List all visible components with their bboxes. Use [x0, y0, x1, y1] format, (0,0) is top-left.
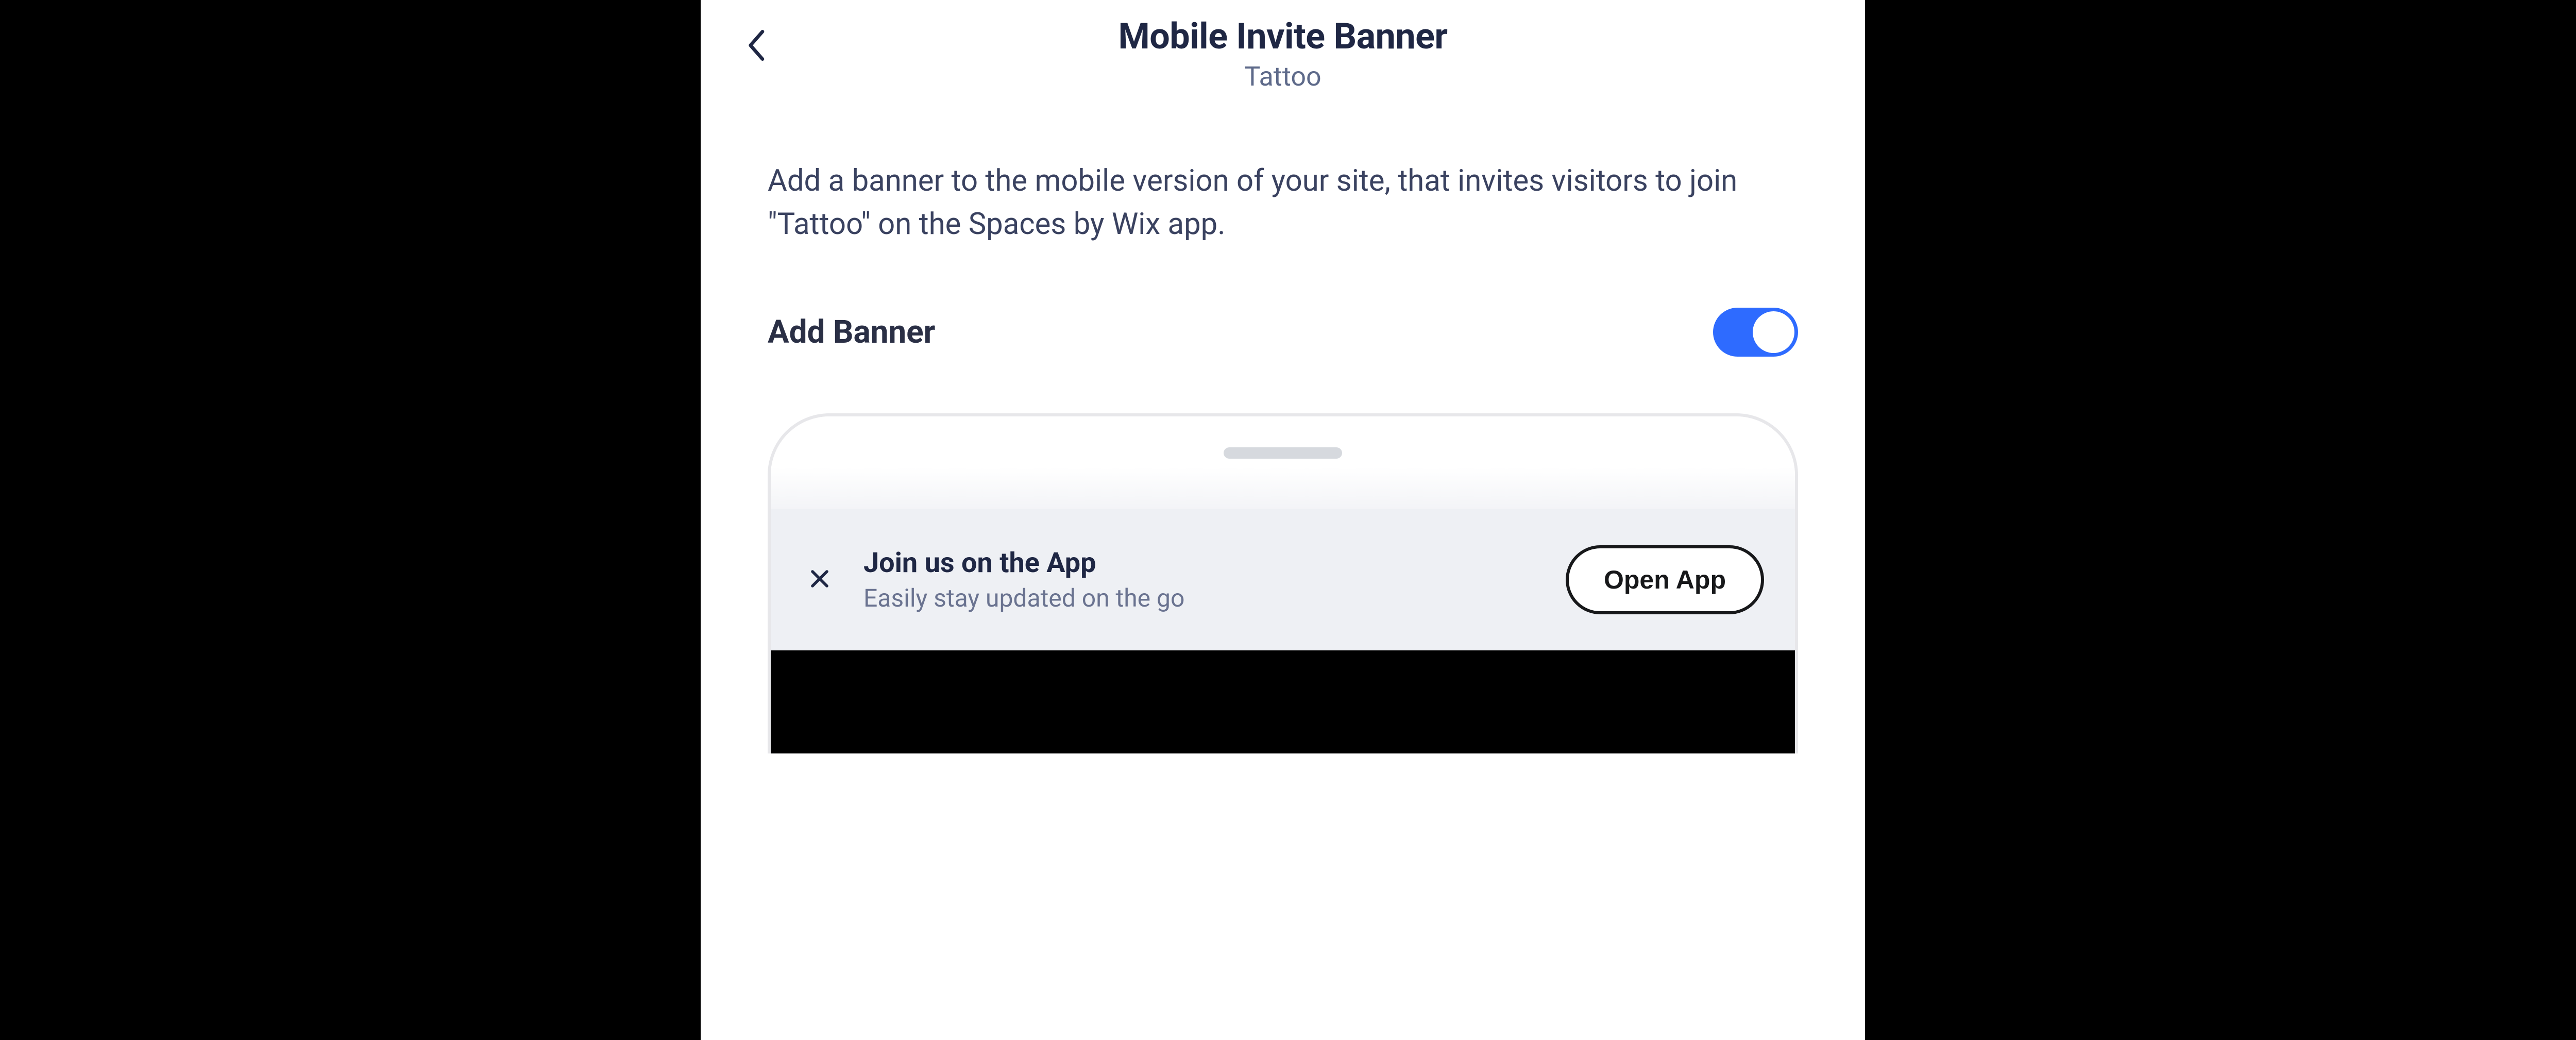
invite-banner: Join us on the App Easily stay updated o… [771, 509, 1795, 650]
add-banner-row: Add Banner [768, 308, 1798, 357]
description-text: Add a banner to the mobile version of yo… [768, 159, 1798, 246]
phone-statusbar [771, 416, 1795, 509]
toggle-knob [1753, 311, 1794, 353]
open-app-button[interactable]: Open App [1566, 545, 1764, 614]
settings-panel: Mobile Invite Banner Tattoo Add a banner… [701, 0, 1865, 1040]
header: Mobile Invite Banner Tattoo [701, 0, 1865, 92]
page-title: Mobile Invite Banner [701, 15, 1865, 58]
page-subtitle: Tattoo [701, 61, 1865, 92]
banner-preview: Join us on the App Easily stay updated o… [768, 413, 1798, 753]
phone-content-area [771, 650, 1795, 753]
chevron-left-icon [747, 30, 768, 63]
add-banner-toggle[interactable] [1713, 308, 1798, 357]
banner-close-button[interactable] [802, 562, 838, 598]
close-icon [809, 568, 831, 592]
phone-speaker [1224, 447, 1342, 459]
banner-text: Join us on the App Easily stay updated o… [863, 547, 1540, 613]
back-button[interactable] [742, 31, 773, 62]
banner-title: Join us on the App [863, 547, 1540, 579]
banner-subtitle: Easily stay updated on the go [863, 583, 1540, 613]
phone-frame: Join us on the App Easily stay updated o… [768, 413, 1798, 753]
add-banner-label: Add Banner [768, 313, 935, 351]
